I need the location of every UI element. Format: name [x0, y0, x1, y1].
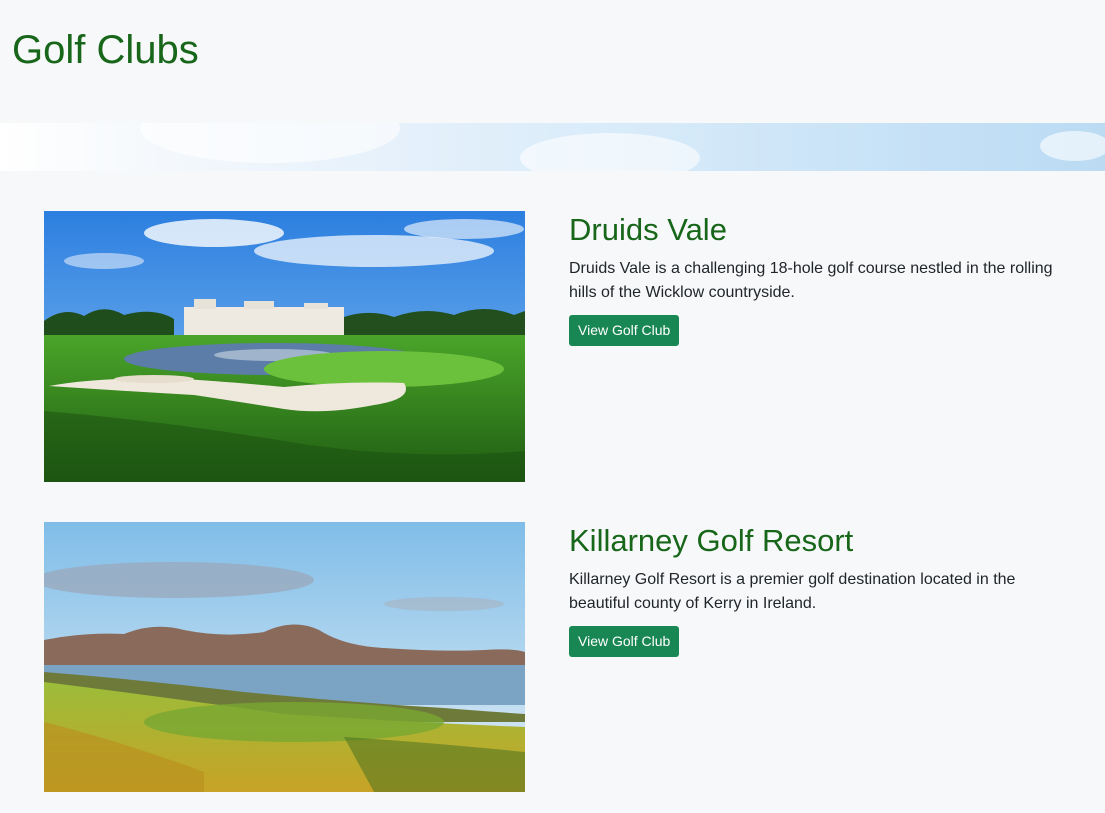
- club-card: Druids Vale Druids Vale is a challenging…: [44, 211, 1084, 482]
- page-title: Golf Clubs: [12, 28, 199, 72]
- sky-banner-image: [0, 123, 1105, 171]
- club-info: Killarney Golf Resort Killarney Golf Res…: [569, 522, 1079, 657]
- club-photo: [44, 522, 525, 793]
- club-name: Druids Vale: [569, 212, 727, 247]
- club-info: Druids Vale Druids Vale is a challenging…: [569, 211, 1079, 346]
- club-description: Druids Vale is a challenging 18-hole gol…: [569, 260, 1053, 301]
- view-golf-club-button[interactable]: View Golf Club: [569, 626, 680, 657]
- club-card: Killarney Golf Resort Killarney Golf Res…: [44, 522, 1084, 793]
- view-golf-club-button[interactable]: View Golf Club: [569, 315, 680, 346]
- club-description: Killarney Golf Resort is a premier golf …: [569, 571, 1016, 612]
- club-photo: [44, 211, 525, 482]
- club-name: Killarney Golf Resort: [569, 523, 854, 558]
